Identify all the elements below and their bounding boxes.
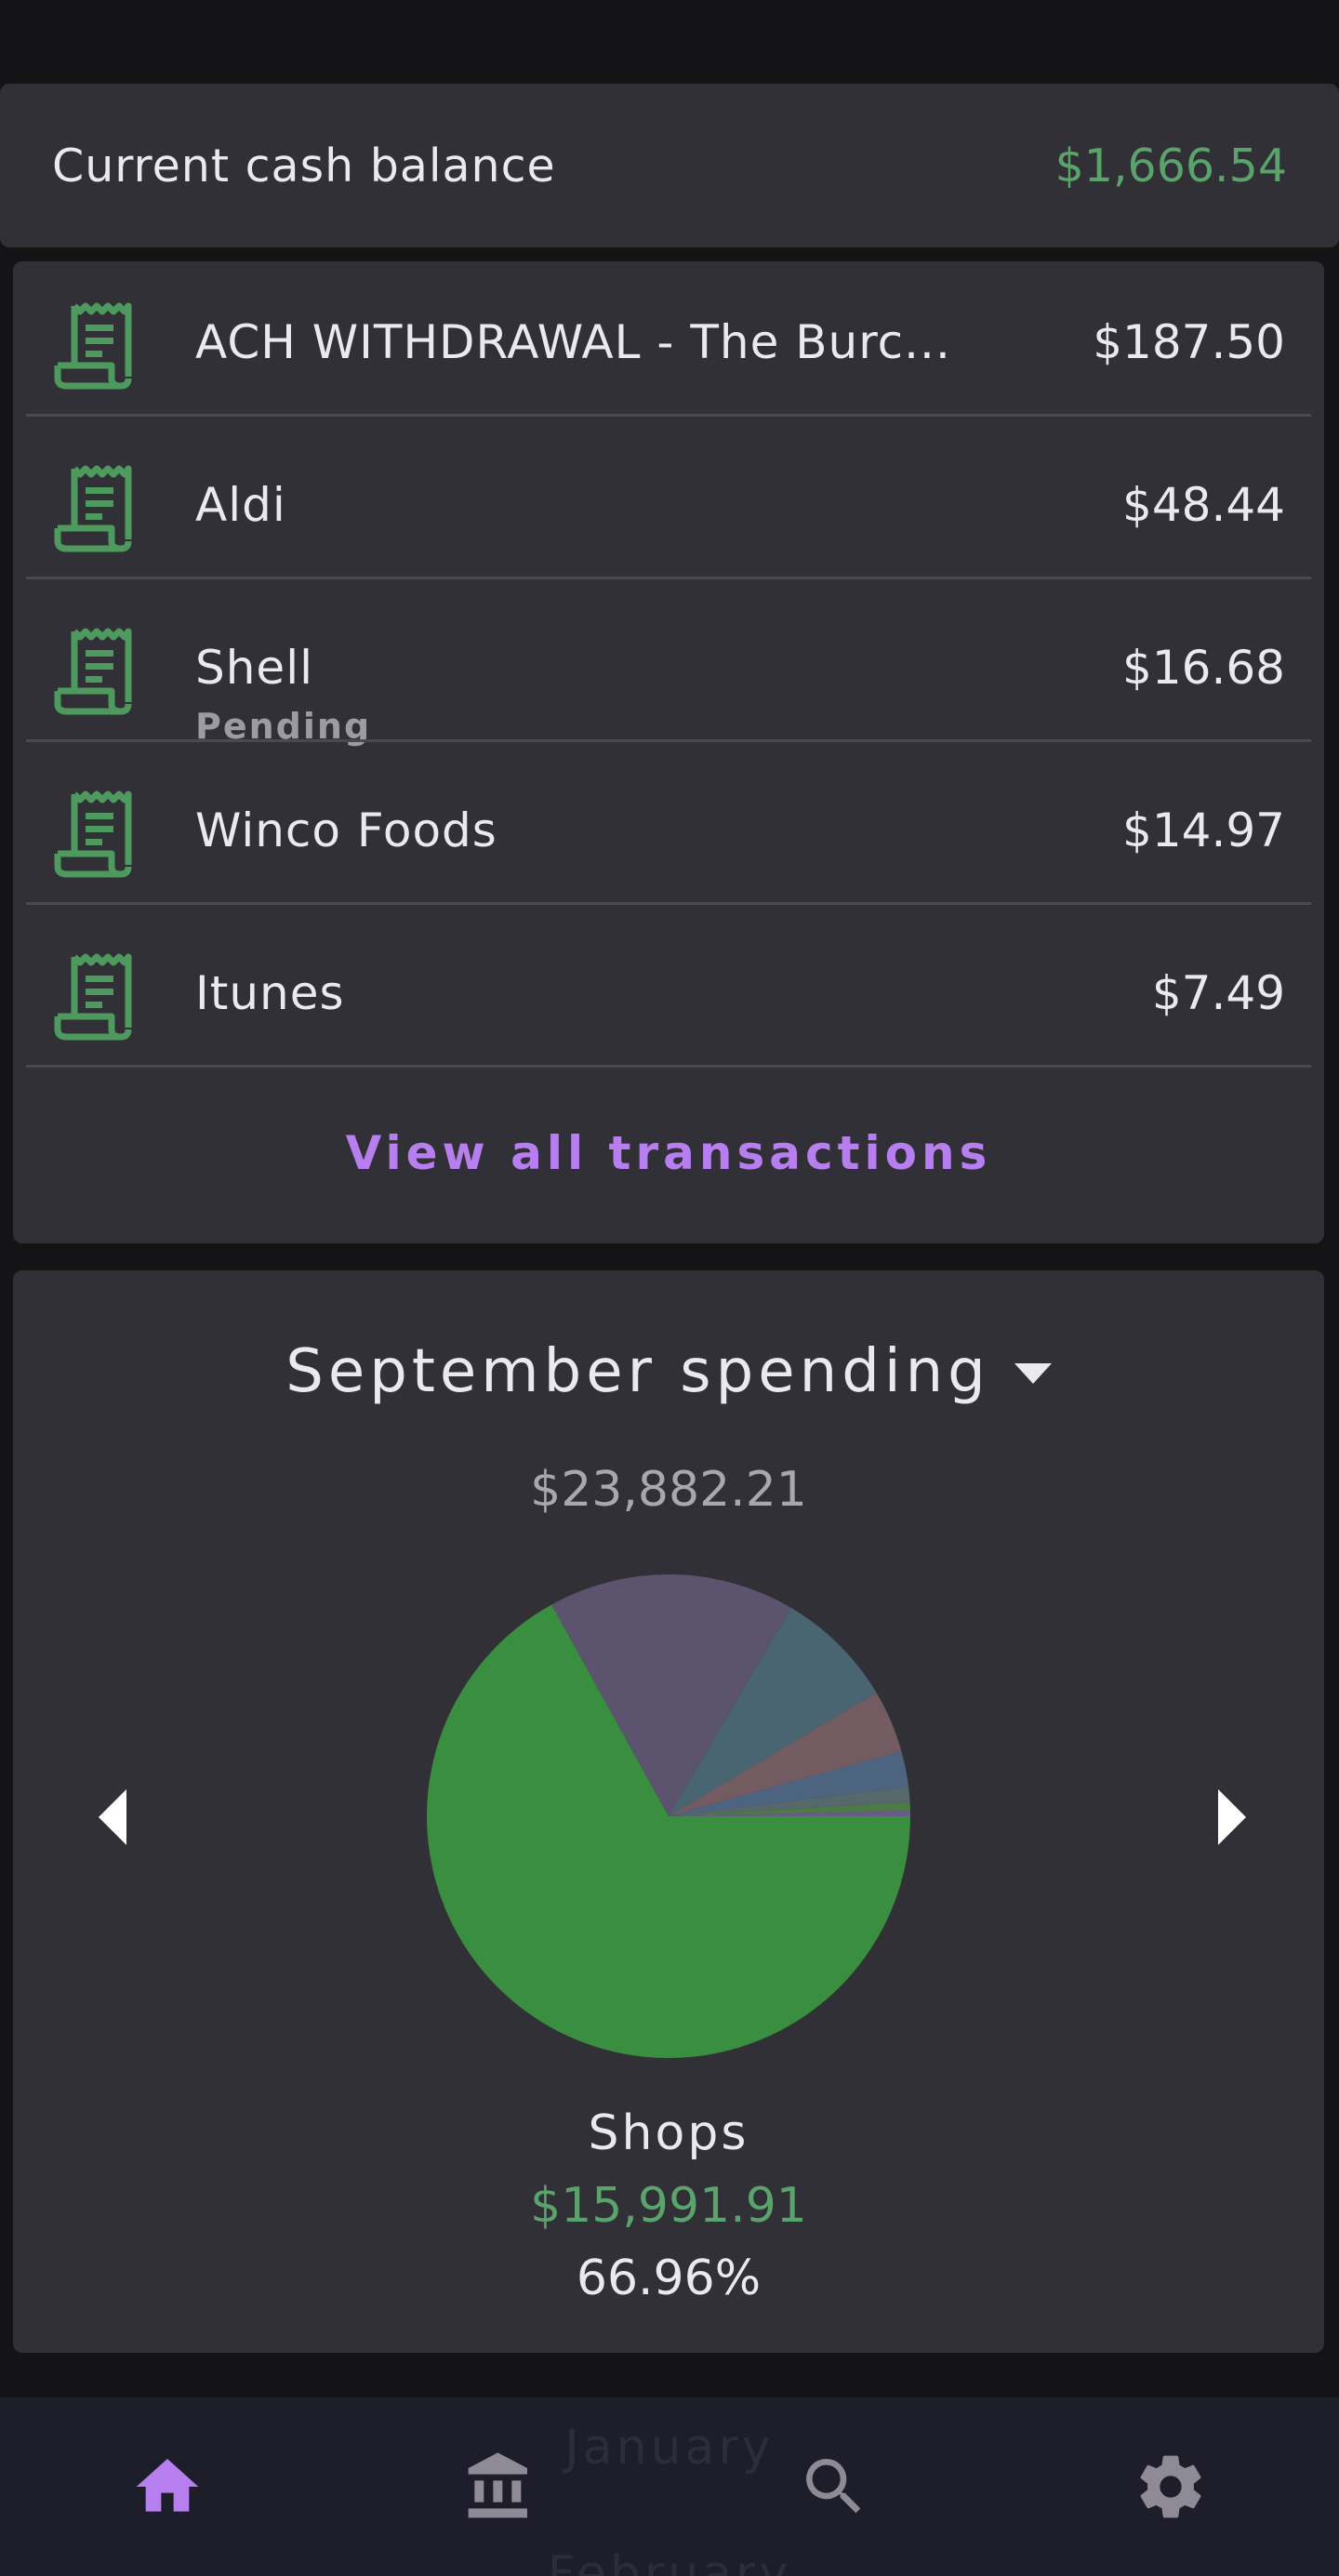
receipt-icon [54,302,132,390]
selected-category-percent: 66.96% [576,2251,762,2306]
transaction-amount: $7.49 [1151,966,1285,1020]
transaction-amount: $16.68 [1122,641,1285,695]
row-divider [26,739,1311,742]
dropdown-arrow-icon [1014,1363,1052,1385]
receipt-icon [54,465,132,552]
row-divider [26,902,1311,905]
transaction-row[interactable]: Winco Foods $14.97 [13,750,1324,912]
row-divider [26,577,1311,579]
transaction-row[interactable]: Aldi $48.44 [13,424,1324,587]
transaction-amount: $187.50 [1093,315,1285,369]
spending-month-selector[interactable]: September spending [13,1337,1324,1406]
next-month-arrow-icon[interactable] [1209,1780,1255,1854]
transaction-name: Shell [195,641,313,695]
cash-balance-bar: Current cash balance $1,666.54 [0,84,1339,247]
spending-total: $23,882.21 [530,1462,807,1518]
bottom-navigation: January February [0,2397,1339,2576]
ghost-month-label: February [547,2546,792,2576]
search-icon[interactable] [797,2450,871,2524]
transaction-row[interactable]: ACH WITHDRAWAL - The Burc... $187.50 [13,261,1324,424]
recent-transactions-card: ACH WITHDRAWAL - The Burc... $187.50 Aldi $… [13,261,1324,1243]
previous-month-arrow-icon[interactable] [89,1780,136,1854]
view-all-transactions-link[interactable]: View all transactions [13,1126,1324,1180]
cash-balance-label: Current cash balance [52,139,556,193]
spending-title: September spending [285,1337,990,1406]
spending-pie-chart[interactable] [426,1574,910,2058]
cash-balance-value: $1,666.54 [1054,139,1287,193]
transaction-amount: $48.44 [1122,478,1285,532]
bank-icon[interactable] [462,2450,537,2524]
row-divider [26,1065,1311,1068]
transaction-name: ACH WITHDRAWAL - The Burc... [195,315,951,369]
transaction-row[interactable]: Shell $16.68 Pending [13,587,1324,750]
transaction-name: Winco Foods [195,803,497,857]
transaction-name: Aldi [195,478,286,532]
receipt-icon [54,628,132,715]
receipt-icon [54,790,132,878]
selected-category-amount: $15,991.91 [530,2178,807,2234]
spending-card: September spending $23,882.21 Shops $15,… [13,1270,1324,2353]
transaction-amount: $14.97 [1122,803,1285,857]
selected-category-name: Shops [588,2105,749,2161]
receipt-icon [54,953,132,1041]
transaction-row[interactable]: Itunes $7.49 [13,912,1324,1075]
pie-svg [426,1574,910,2058]
transaction-name: Itunes [195,966,345,1020]
row-divider [26,414,1311,417]
settings-icon[interactable] [1134,2450,1208,2524]
home-icon[interactable] [130,2450,205,2524]
